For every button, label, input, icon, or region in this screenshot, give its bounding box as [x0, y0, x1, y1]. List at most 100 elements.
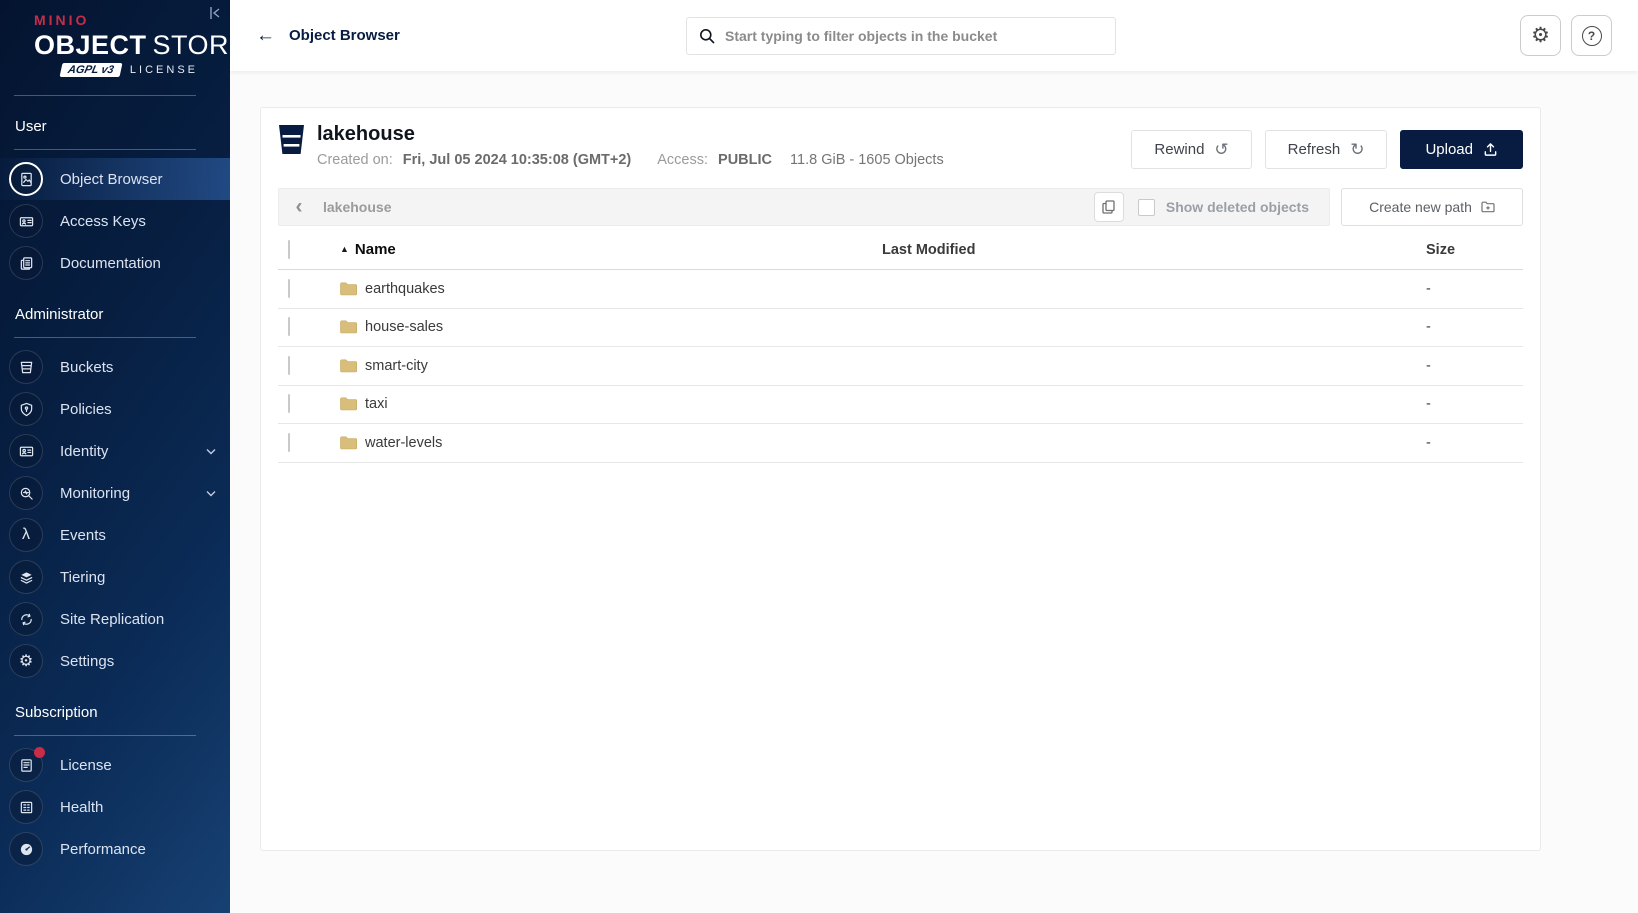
- upload-icon: [1484, 143, 1497, 156]
- buckets-icon: [9, 350, 43, 384]
- identity-icon: [9, 434, 43, 468]
- site-replication-icon: [9, 602, 43, 636]
- row-checkbox[interactable]: [288, 432, 290, 452]
- top-header: ← Object Browser ⚙ ?: [230, 0, 1638, 71]
- bucket-meta: Created on: Fri, Jul 05 2024 10:35:08 (G…: [317, 152, 944, 168]
- performance-icon: [9, 832, 43, 866]
- table-row[interactable]: earthquakes -: [278, 270, 1523, 309]
- path-back-chevron-icon[interactable]: ‹: [279, 195, 319, 219]
- row-checkbox[interactable]: [288, 278, 290, 298]
- sidebar-item-license[interactable]: License: [0, 744, 230, 786]
- sidebar-collapse-icon[interactable]: [208, 6, 222, 25]
- health-icon: [9, 790, 43, 824]
- sort-asc-icon[interactable]: ▲: [340, 244, 349, 254]
- sidebar-item-policies[interactable]: Policies: [0, 388, 230, 430]
- objects-table: ▲ Name Last Modified Size earthquakes - …: [278, 230, 1523, 463]
- folder-icon: [340, 282, 357, 296]
- show-deleted-toggle[interactable]: Show deleted objects: [1137, 198, 1329, 216]
- documentation-icon: [9, 246, 43, 280]
- section-administrator: Administrator Buckets Policies Identity: [0, 300, 230, 682]
- minio-brand: MINIO: [34, 12, 90, 28]
- search-input[interactable]: [725, 27, 1103, 44]
- search-icon: [700, 28, 715, 44]
- copy-path-button[interactable]: [1093, 192, 1124, 222]
- access-keys-icon: [9, 204, 43, 238]
- rewind-button[interactable]: Rewind ↺: [1131, 130, 1252, 169]
- refresh-button[interactable]: Refresh ↻: [1264, 130, 1388, 169]
- upload-button[interactable]: Upload: [1400, 130, 1523, 169]
- bucket-stats: 11.8 GiB - 1605 Objects: [790, 152, 944, 168]
- sidebar-item-tiering[interactable]: Tiering: [0, 556, 230, 598]
- bucket-name: lakehouse: [317, 123, 415, 145]
- show-deleted-checkbox[interactable]: [1137, 198, 1155, 216]
- sidebar-item-access-keys[interactable]: Access Keys: [0, 200, 230, 242]
- row-checkbox[interactable]: [288, 394, 290, 414]
- created-label: Created on:: [317, 152, 393, 168]
- sidebar-item-health[interactable]: Health: [0, 786, 230, 828]
- sidebar-item-object-browser[interactable]: Object Browser: [0, 158, 230, 200]
- section-subscription: Subscription License Health Performance: [0, 698, 230, 870]
- current-path: lakehouse: [323, 199, 392, 215]
- sidebar-item-buckets[interactable]: Buckets: [0, 346, 230, 388]
- chevron-down-icon[interactable]: [206, 484, 216, 502]
- path-toolbar: ‹ lakehouse Show deleted objects Create …: [278, 188, 1523, 226]
- policies-icon: [9, 392, 43, 426]
- rewind-icon: ↺: [1214, 139, 1229, 159]
- object-filter-searchbox: [686, 16, 1116, 55]
- row-checkbox[interactable]: [288, 355, 290, 375]
- sidebar-item-monitoring[interactable]: Monitoring: [0, 472, 230, 514]
- content-area: lakehouse Created on: Fri, Jul 05 2024 1…: [230, 71, 1638, 913]
- column-header-last-modified[interactable]: Last Modified: [882, 242, 1426, 258]
- settings-gear-icon: ⚙: [9, 644, 43, 678]
- license-icon: [9, 747, 45, 782]
- folder-icon: [340, 359, 357, 373]
- path-bar: ‹ lakehouse Show deleted objects: [278, 188, 1330, 226]
- select-all-checkbox[interactable]: [288, 239, 290, 259]
- chevron-down-icon[interactable]: [206, 442, 216, 460]
- object-browser-icon: [9, 162, 43, 196]
- tiering-icon: [9, 560, 43, 594]
- app-root: MINIO OBJECTSTORE AGPL v3 LICENSE User O…: [0, 0, 1638, 913]
- refresh-icon: ↻: [1350, 139, 1365, 159]
- created-value: Fri, Jul 05 2024 10:35:08 (GMT+2): [402, 152, 632, 168]
- access-value[interactable]: PUBLIC: [718, 152, 772, 168]
- section-label-administrator: Administrator: [15, 306, 104, 323]
- sidebar-item-performance[interactable]: Performance: [0, 828, 230, 870]
- help-icon: ?: [1581, 25, 1602, 46]
- events-icon: λ: [9, 518, 43, 552]
- license-alert-dot: [34, 747, 45, 758]
- sidebar-item-identity[interactable]: Identity: [0, 430, 230, 472]
- back-arrow-icon[interactable]: ←: [256, 25, 275, 47]
- bucket-card: lakehouse Created on: Fri, Jul 05 2024 1…: [260, 107, 1541, 851]
- folder-icon: [340, 320, 357, 334]
- bucket-icon: [278, 124, 305, 160]
- sidebar-item-documentation[interactable]: Documentation: [0, 242, 230, 284]
- help-button[interactable]: ?: [1571, 15, 1612, 56]
- table-row[interactable]: taxi -: [278, 386, 1523, 424]
- column-header-size[interactable]: Size: [1426, 242, 1523, 258]
- copy-icon: [1102, 200, 1116, 214]
- sidebar: MINIO OBJECTSTORE AGPL v3 LICENSE User O…: [0, 0, 230, 913]
- main-area: ← Object Browser ⚙ ?: [230, 0, 1638, 913]
- monitoring-icon: [9, 476, 43, 510]
- sidebar-item-settings[interactable]: ⚙ Settings: [0, 640, 230, 682]
- settings-button[interactable]: ⚙: [1520, 15, 1561, 56]
- sidebar-item-site-replication[interactable]: Site Replication: [0, 598, 230, 640]
- section-label-subscription: Subscription: [15, 704, 98, 721]
- create-new-path-button[interactable]: Create new path: [1341, 188, 1523, 226]
- object-store-wordmark: OBJECTSTORE: [34, 30, 230, 60]
- gear-icon: ⚙: [1531, 24, 1550, 47]
- agpl-badge: AGPL v3: [59, 63, 123, 77]
- table-row[interactable]: water-levels -: [278, 424, 1523, 463]
- section-label-user: User: [15, 118, 47, 135]
- logo-divider: [14, 95, 196, 96]
- column-header-name[interactable]: Name: [355, 241, 396, 258]
- logo: MINIO OBJECTSTORE AGPL v3 LICENSE: [0, 0, 230, 91]
- page-title: Object Browser: [289, 27, 400, 44]
- sidebar-item-events[interactable]: λ Events: [0, 514, 230, 556]
- folder-icon: [340, 436, 357, 450]
- row-checkbox[interactable]: [288, 317, 290, 337]
- table-row[interactable]: smart-city -: [278, 347, 1523, 386]
- table-row[interactable]: house-sales -: [278, 309, 1523, 347]
- license-line: AGPL v3 LICENSE: [34, 63, 230, 77]
